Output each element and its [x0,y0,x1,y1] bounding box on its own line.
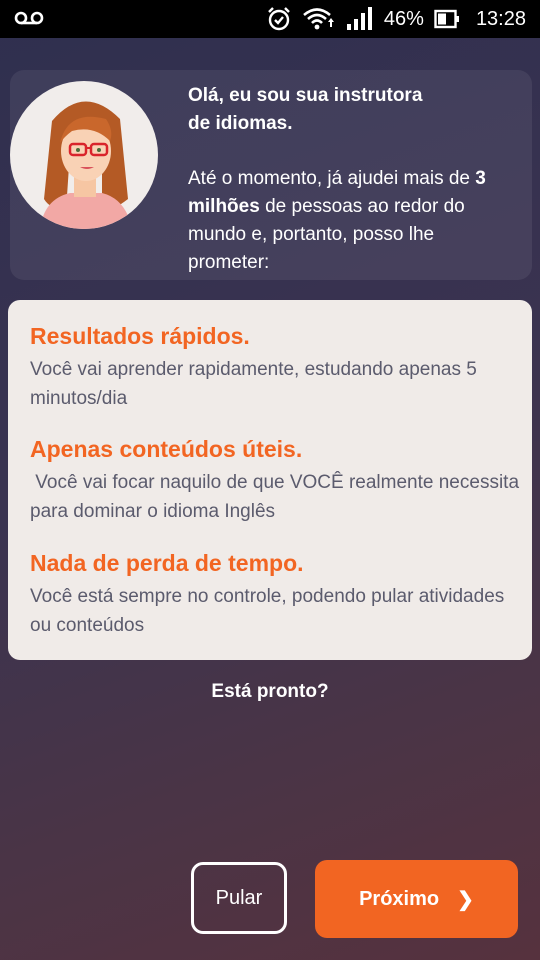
intro-title: Olá, eu sou sua instrutora de idiomas. [188,82,518,138]
signal-icon [346,7,372,30]
intro-title-line1: Olá, eu sou sua instrutora [188,85,423,106]
alarm-icon [268,7,290,31]
chevron-right-icon: ❯ [457,888,474,911]
skip-button-label: Pular [215,886,263,909]
battery-percent: 46% [383,7,424,30]
intro-paragraph-prefix: Até o momento, já ajudei mais de [188,168,476,189]
battery-icon [434,9,459,29]
benefit-text: Você está sempre no controle, podendo pu… [30,586,505,636]
ready-prompt: Está pronto? [211,681,329,702]
voicemail-icon [14,11,44,25]
benefit-item: Resultados rápidos. Você vai aprender ra… [30,321,520,413]
intro-message: Olá, eu sou sua instrutora de idiomas. A… [188,82,518,277]
status-bar: 46% 13:28 [0,0,540,38]
wifi-icon [303,8,334,30]
intro-title-line2: de idiomas. [188,113,293,134]
benefit-title: Apenas conteúdos úteis. [30,436,303,462]
next-button-label: Próximo [359,887,440,910]
instructor-avatar [10,81,158,229]
clock: 13:28 [475,7,526,30]
next-button[interactable]: Próximo ❯ [315,860,518,938]
benefit-item: Apenas conteúdos úteis. Você vai focar n… [30,434,520,526]
benefits-card: Resultados rápidos. Você vai aprender ra… [8,300,532,660]
benefit-item: Nada de perda de tempo. Você está sempre… [30,548,520,640]
benefit-title: Nada de perda de tempo. [30,550,304,576]
skip-button[interactable]: Pular [191,862,287,934]
intro-paragraph: Até o momento, já ajudei mais de 3 milhõ… [188,165,518,277]
benefit-title: Resultados rápidos. [30,323,250,349]
benefit-text: Você vai focar naquilo de que VOCÊ realm… [30,472,525,522]
instructor-illustration [40,101,132,229]
benefit-text: Você vai aprender rapidamente, estudando… [30,359,477,409]
intro-card: Olá, eu sou sua instrutora de idiomas. A… [10,70,532,280]
